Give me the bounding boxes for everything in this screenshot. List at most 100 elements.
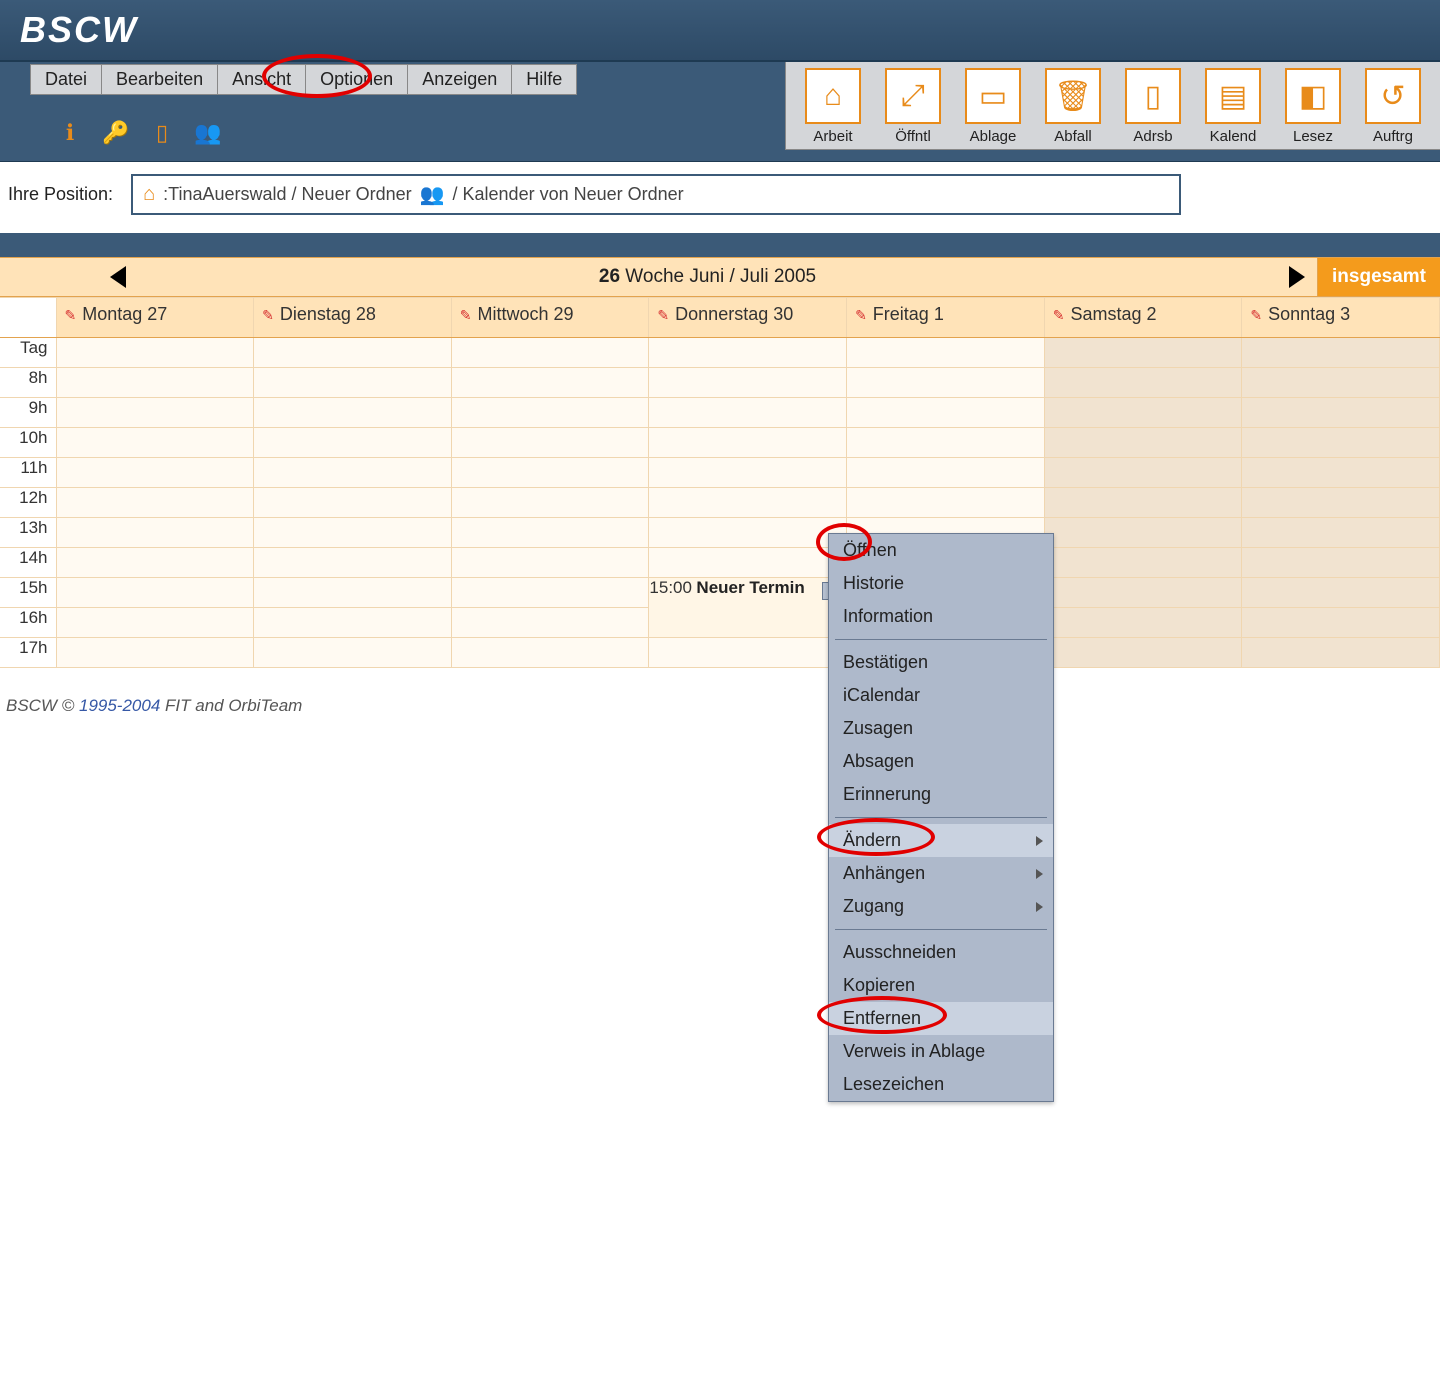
calendar-cell[interactable]: [1044, 458, 1242, 488]
ctx-ausschneiden[interactable]: Ausschneiden: [829, 936, 1053, 969]
calendar-cell[interactable]: [1044, 548, 1242, 578]
calendar-cell[interactable]: [451, 368, 649, 398]
calendar-cell[interactable]: [254, 578, 452, 608]
calendar-cell[interactable]: [56, 368, 254, 398]
ctx-erinnerung[interactable]: Erinnerung: [829, 778, 1053, 811]
allday-cell[interactable]: [254, 338, 452, 368]
calendar-cell[interactable]: [254, 428, 452, 458]
day-header[interactable]: ✎Montag 27: [56, 298, 254, 338]
ctx-historie[interactable]: Historie: [829, 567, 1053, 600]
calendar-cell[interactable]: [847, 488, 1045, 518]
calendar-cell[interactable]: [649, 638, 847, 668]
calendar-cell[interactable]: [1044, 578, 1242, 608]
calendar-cell[interactable]: [1044, 398, 1242, 428]
calendar-cell[interactable]: [1044, 428, 1242, 458]
calendar-cell[interactable]: [649, 368, 847, 398]
calendar-cell[interactable]: [451, 398, 649, 428]
calendar-cell[interactable]: [1242, 368, 1440, 398]
allday-cell[interactable]: [451, 338, 649, 368]
ctx--ndern[interactable]: Ändern: [829, 824, 1053, 857]
calendar-cell[interactable]: 15:00 Neuer Termin: [649, 578, 847, 638]
calendar-cell[interactable]: [1242, 518, 1440, 548]
ctx-absagen[interactable]: Absagen: [829, 745, 1053, 778]
calendar-cell[interactable]: [847, 458, 1045, 488]
calendar-cell[interactable]: [56, 488, 254, 518]
footer-link[interactable]: 1995-2004: [79, 696, 160, 715]
info-icon[interactable]: ℹ: [58, 121, 82, 145]
total-tab[interactable]: insgesamt: [1317, 258, 1440, 296]
calendar-cell[interactable]: [56, 638, 254, 668]
ctx-lesezeichen[interactable]: Lesezeichen: [829, 1068, 1053, 1101]
toolbar-kalend[interactable]: ▤Kalend: [1196, 68, 1270, 145]
ctx-icalendar[interactable]: iCalendar: [829, 679, 1053, 712]
toolbar-auftrg[interactable]: ↺Auftrg: [1356, 68, 1430, 145]
calendar-cell[interactable]: [254, 368, 452, 398]
calendar-cell[interactable]: [1242, 548, 1440, 578]
allday-cell[interactable]: [56, 338, 254, 368]
day-header[interactable]: ✎Mittwoch 29: [451, 298, 649, 338]
calendar-cell[interactable]: [254, 548, 452, 578]
calendar-cell[interactable]: [1242, 638, 1440, 668]
prev-week-arrow-icon[interactable]: [110, 266, 126, 288]
menu-bearbeiten[interactable]: Bearbeiten: [102, 65, 218, 94]
ctx-best-tigen[interactable]: Bestätigen: [829, 646, 1053, 679]
calendar-cell[interactable]: [254, 638, 452, 668]
calendar-cell[interactable]: [649, 548, 847, 578]
calendar-cell[interactable]: [56, 458, 254, 488]
calendar-cell[interactable]: [1242, 428, 1440, 458]
calendar-cell[interactable]: [1242, 578, 1440, 608]
calendar-cell[interactable]: [1044, 608, 1242, 638]
ctx-anh-ngen[interactable]: Anhängen: [829, 857, 1053, 890]
calendar-cell[interactable]: [451, 548, 649, 578]
calendar-cell[interactable]: [847, 428, 1045, 458]
calendar-cell[interactable]: [649, 458, 847, 488]
toolbar-ablage[interactable]: ▭Ablage: [956, 68, 1030, 145]
calendar-cell[interactable]: [1242, 488, 1440, 518]
allday-cell[interactable]: [649, 338, 847, 368]
key-icon[interactable]: 🔑: [104, 121, 128, 145]
ctx--ffnen[interactable]: Öffnen: [829, 534, 1053, 567]
calendar-cell[interactable]: [254, 458, 452, 488]
toolbar-abfall[interactable]: 🗑Abfall: [1036, 68, 1110, 145]
calendar-cell[interactable]: [56, 398, 254, 428]
calendar-cell[interactable]: [56, 518, 254, 548]
allday-cell[interactable]: [1242, 338, 1440, 368]
calendar-cell[interactable]: [847, 398, 1045, 428]
calendar-cell[interactable]: [254, 518, 452, 548]
day-header[interactable]: ✎Sonntag 3: [1242, 298, 1440, 338]
calendar-cell[interactable]: [451, 578, 649, 608]
calendar-cell[interactable]: [649, 398, 847, 428]
menu-optionen[interactable]: Optionen: [306, 65, 408, 94]
breadcrumb-path[interactable]: ⌂ :TinaAuerswald / Neuer Ordner 👥 / Kale…: [131, 174, 1181, 215]
menu-datei[interactable]: Datei: [31, 65, 102, 94]
calendar-cell[interactable]: [451, 458, 649, 488]
people-icon[interactable]: 👥: [196, 121, 220, 145]
toolbar-arbeit[interactable]: ⌂Arbeit: [796, 68, 870, 145]
calendar-cell[interactable]: [1242, 458, 1440, 488]
ctx-kopieren[interactable]: Kopieren: [829, 969, 1053, 1002]
calendar-cell[interactable]: [847, 368, 1045, 398]
calendar-cell[interactable]: [649, 518, 847, 548]
toolbar-lesez[interactable]: ◧Lesez: [1276, 68, 1350, 145]
ctx-entfernen[interactable]: Entfernen: [829, 1002, 1053, 1035]
calendar-cell[interactable]: [649, 428, 847, 458]
calendar-cell[interactable]: [451, 488, 649, 518]
calendar-cell[interactable]: [451, 638, 649, 668]
calendar-cell[interactable]: [451, 518, 649, 548]
calendar-cell[interactable]: [254, 398, 452, 428]
day-header[interactable]: ✎Donnerstag 30: [649, 298, 847, 338]
calendar-cell[interactable]: [1044, 638, 1242, 668]
calendar-cell[interactable]: [1242, 608, 1440, 638]
toolbar-adrsb[interactable]: ▯Adrsb: [1116, 68, 1190, 145]
ctx-zugang[interactable]: Zugang: [829, 890, 1053, 923]
calendar-cell[interactable]: [1044, 488, 1242, 518]
ctx-verweis-in-ablage[interactable]: Verweis in Ablage: [829, 1035, 1053, 1068]
calendar-cell[interactable]: [1242, 398, 1440, 428]
calendar-cell[interactable]: [451, 428, 649, 458]
day-header[interactable]: ✎Freitag 1: [847, 298, 1045, 338]
calendar-cell[interactable]: [254, 488, 452, 518]
calendar-cell[interactable]: [254, 608, 452, 638]
calendar-cell[interactable]: [56, 578, 254, 608]
calendar-cell[interactable]: [1044, 518, 1242, 548]
menu-ansicht[interactable]: Ansicht: [218, 65, 306, 94]
